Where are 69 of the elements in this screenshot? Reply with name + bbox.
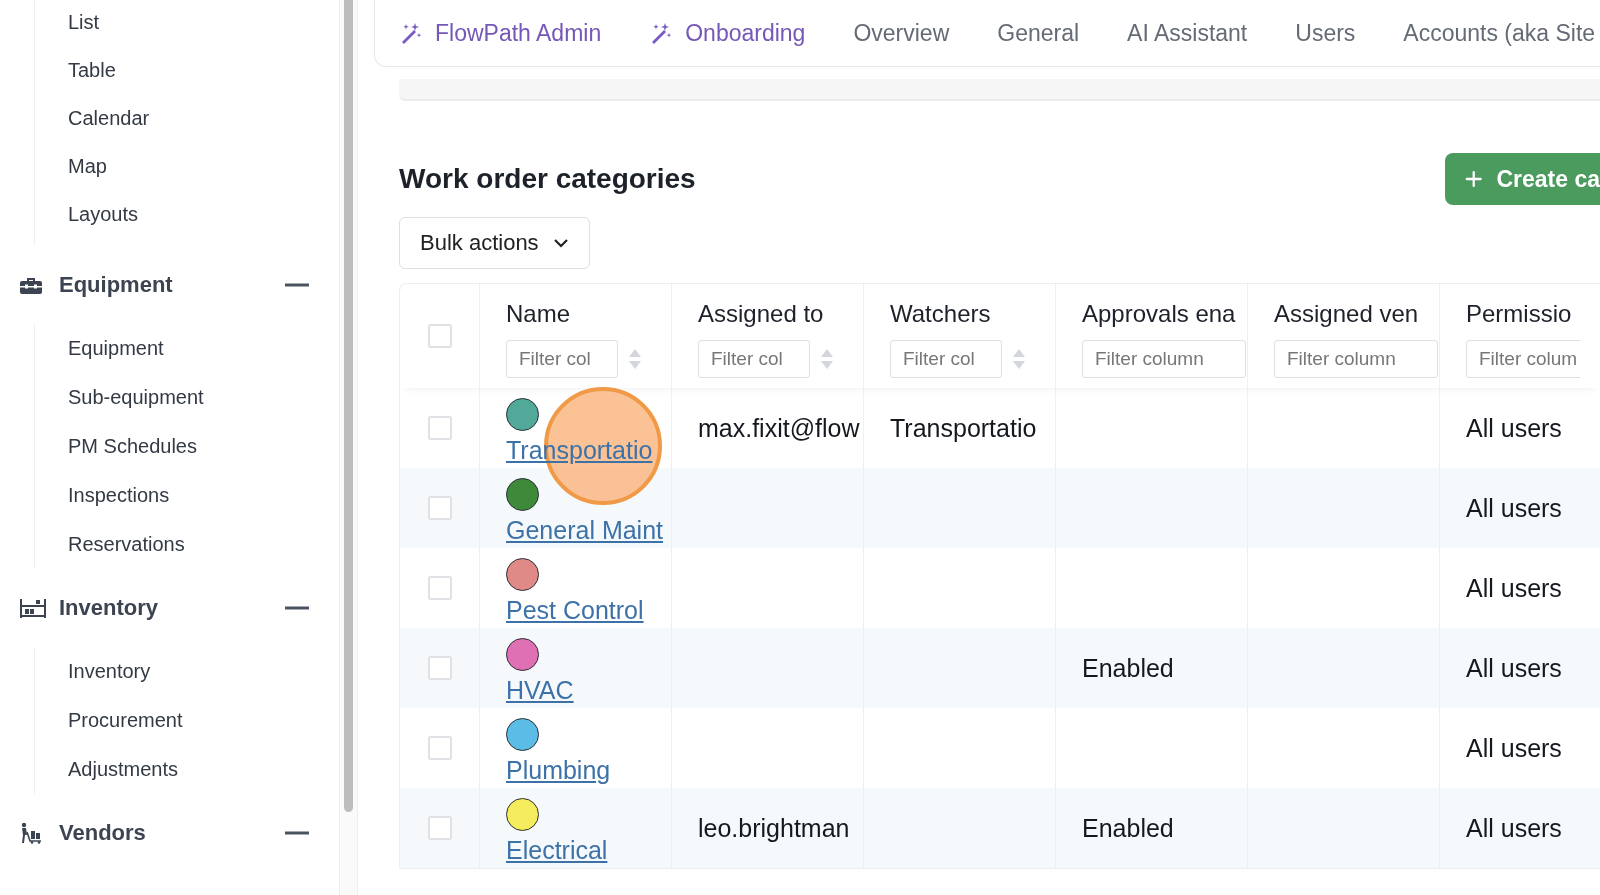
tab[interactable]: FlowPath Admin	[399, 19, 602, 47]
category-link[interactable]: General Maint	[506, 515, 664, 545]
person-cart-icon	[19, 822, 43, 844]
row-checkbox[interactable]	[427, 816, 452, 840]
column-header[interactable]: Assigned ven	[1274, 300, 1439, 330]
table-cell: Enabled	[1082, 653, 1174, 683]
filter-field[interactable]: Filter column	[1274, 340, 1438, 378]
category-link[interactable]: Electrical	[506, 835, 608, 865]
section-title[interactable]: Vendors	[59, 820, 285, 846]
sidebar-item[interactable]: Layouts	[68, 190, 339, 238]
category-link[interactable]: Plumbing	[506, 755, 611, 785]
page-title: Work order categories	[399, 163, 696, 195]
row-checkbox[interactable]	[427, 416, 452, 440]
filter-field[interactable]: Filter column	[1082, 340, 1246, 378]
column-header[interactable]: Assigned to	[698, 300, 863, 330]
scrollbar-thumb[interactable]	[344, 0, 353, 812]
toolbox-icon	[19, 275, 43, 295]
row-checkbox[interactable]	[427, 576, 452, 600]
tab[interactable]: Users	[1295, 19, 1356, 47]
table-cell: All users	[1466, 493, 1562, 523]
section-title[interactable]: Equipment	[59, 272, 285, 298]
chevron-down-icon	[552, 238, 569, 248]
filter-field[interactable]: Filter col	[698, 340, 810, 378]
column-header[interactable]: Watchers	[890, 300, 1055, 330]
filter-field[interactable]: Filter col	[890, 340, 1002, 378]
sidebar-item[interactable]: Sub-equipment	[68, 373, 339, 422]
sort-icon[interactable]	[628, 348, 642, 370]
table-cell: All users	[1466, 813, 1562, 843]
tab[interactable]: Overview	[853, 19, 950, 47]
table-cell: max.fixit@flow	[698, 413, 860, 443]
table-cell: All users	[1466, 653, 1562, 683]
plus-icon	[1465, 169, 1483, 189]
sidebar-item[interactable]: Map	[68, 142, 339, 190]
tab[interactable]: Onboarding	[649, 19, 806, 47]
sidebar-item[interactable]: Table	[68, 46, 339, 94]
table-cell: All users	[1466, 733, 1562, 763]
sidebar-item[interactable]: Procurement	[68, 696, 339, 745]
sidebar-item[interactable]: List	[68, 0, 339, 46]
select-all-checkbox[interactable]	[427, 324, 452, 348]
sidebar-item[interactable]: Inventory	[68, 647, 339, 696]
column-header[interactable]: Name	[506, 300, 671, 330]
sidebar-item[interactable]: Reservations	[68, 520, 339, 569]
column-header[interactable]: Approvals ena	[1082, 300, 1247, 330]
row-checkbox[interactable]	[427, 736, 452, 760]
section-title[interactable]: Inventory	[59, 595, 285, 621]
row-checkbox[interactable]	[427, 656, 452, 680]
table-cell: Transportatio	[890, 413, 1037, 443]
sidebar-item[interactable]: Adjustments	[68, 745, 339, 794]
filter-field[interactable]: Filter col	[506, 340, 618, 378]
row-checkbox[interactable]	[427, 496, 452, 520]
sidebar-item[interactable]: PM Schedules	[68, 422, 339, 471]
table-cell: Enabled	[1082, 813, 1174, 843]
category-link[interactable]: HVAC	[506, 675, 574, 705]
table-cell: All users	[1466, 573, 1562, 603]
filter-field[interactable]: Filter colum	[1466, 340, 1580, 378]
tab[interactable]: General	[997, 19, 1080, 47]
column-header[interactable]: Permissio	[1466, 300, 1580, 330]
shelf-icon	[19, 597, 47, 619]
category-link[interactable]: Pest Control	[506, 595, 644, 625]
bulk-actions-dropdown[interactable]: Bulk actions	[399, 217, 590, 269]
tab[interactable]: Accounts (aka Site	[1403, 19, 1596, 47]
sort-icon[interactable]	[820, 348, 834, 370]
table-cell: All users	[1466, 413, 1562, 443]
sidebar-item[interactable]: Calendar	[68, 94, 339, 142]
sidebar-item[interactable]: Equipment	[68, 324, 339, 373]
sidebar-item[interactable]: Inspections	[68, 471, 339, 520]
table-cell: leo.brightman	[698, 813, 850, 843]
sort-icon[interactable]	[1012, 348, 1026, 370]
tab[interactable]: AI Assistant	[1127, 19, 1248, 47]
